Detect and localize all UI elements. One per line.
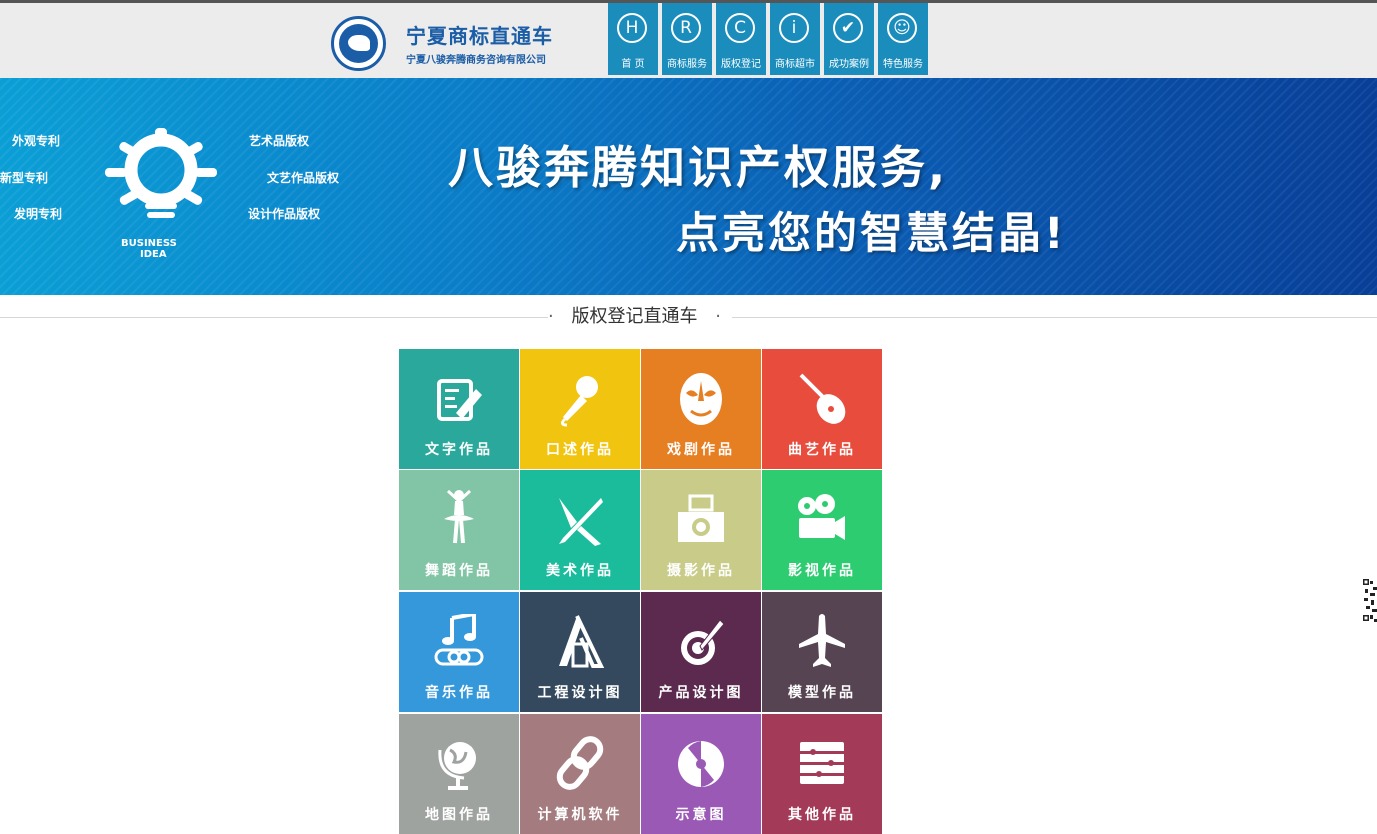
registered-icon: R	[671, 13, 701, 43]
ballet-dancer-icon	[444, 489, 474, 544]
tile-label: 地图作品	[425, 807, 493, 823]
tile-engineering-design[interactable]: 工程设计图	[520, 592, 640, 712]
copyright-category-grid: 文字作品 口述作品 戏剧作品 曲艺作品 舞蹈作品 美术作品 摄影作品 影视作品 …	[399, 349, 883, 834]
music-note-icon	[434, 614, 484, 666]
section-title-text: 版权登记直通车	[571, 306, 698, 327]
tile-film-works[interactable]: 影视作品	[762, 470, 882, 590]
info-icon: i	[779, 13, 809, 43]
nav-label: 特色服务	[883, 59, 923, 70]
company-logo[interactable]	[331, 16, 386, 71]
tile-label: 模型作品	[788, 685, 856, 701]
nav-label: 商标服务	[667, 59, 707, 70]
banner-slogan-line1: 八骏奔腾知识产权服务,	[448, 141, 949, 194]
banner-label-invention-patent: 发明专利	[14, 207, 63, 221]
section-title: · 版权登记直通车 ·	[548, 302, 721, 328]
brand-title[interactable]: 宁夏商标直通车	[406, 20, 553, 49]
checkmark-icon: ✔	[833, 13, 863, 43]
banner-label-utility-patent: 新型专利	[0, 171, 49, 185]
architecture-icon	[559, 615, 605, 668]
tile-label: 戏剧作品	[667, 442, 735, 458]
section-divider-right	[732, 317, 1377, 318]
tile-other-works[interactable]: 其他作品	[762, 714, 882, 834]
tile-label: 计算机软件	[537, 807, 623, 823]
globe-icon	[438, 742, 476, 790]
tile-label: 口述作品	[546, 442, 614, 458]
banner-label-art-copyright: 艺术品版权	[249, 134, 310, 148]
film-projector-icon	[798, 494, 845, 540]
nav-label: 商标超市	[775, 59, 815, 70]
section-divider-left	[0, 317, 548, 318]
tile-computer-software[interactable]: 计算机软件	[520, 714, 640, 834]
home-h-icon: H	[617, 13, 647, 43]
tile-label: 音乐作品	[425, 685, 493, 701]
disc-icon	[678, 741, 724, 787]
tile-label: 舞蹈作品	[425, 563, 493, 579]
title-dot-left: ·	[548, 306, 554, 327]
nav-item-home[interactable]: H 首 页	[608, 3, 658, 75]
pipa-icon	[799, 373, 846, 424]
qr-code[interactable]	[1363, 579, 1377, 623]
nav-item-cases[interactable]: ✔ 成功案例	[824, 3, 874, 75]
tile-fine-art-works[interactable]: 美术作品	[520, 470, 640, 590]
tile-label: 文字作品	[425, 442, 493, 458]
opera-mask-icon	[680, 373, 722, 425]
microphone-icon	[560, 376, 598, 427]
tile-drama-works[interactable]: 戏剧作品	[641, 349, 761, 469]
tile-photography-works[interactable]: 摄影作品	[641, 470, 761, 590]
lightbulb-icon	[105, 128, 217, 218]
tile-model-works[interactable]: 模型作品	[762, 592, 882, 712]
tile-music-works[interactable]: 音乐作品	[399, 592, 519, 712]
banner-slogan-line2: 点亮您的智慧结晶!	[676, 209, 1067, 259]
airplane-icon	[799, 614, 845, 667]
banner-idea-text: IDEA	[140, 249, 167, 260]
tile-dance-works[interactable]: 舞蹈作品	[399, 470, 519, 590]
target-pen-icon	[681, 619, 725, 665]
tile-literary-works[interactable]: 文字作品	[399, 349, 519, 469]
copyright-icon: C	[725, 13, 755, 43]
tile-label: 美术作品	[546, 563, 614, 579]
tile-quyi-works[interactable]: 曲艺作品	[762, 349, 882, 469]
link-icon	[556, 736, 604, 790]
tile-map-works[interactable]: 地图作品	[399, 714, 519, 834]
side-contact-panel	[1370, 633, 1377, 823]
tile-label: 摄影作品	[667, 563, 735, 579]
sliders-icon	[800, 742, 844, 784]
tile-schematic[interactable]: 示意图	[641, 714, 761, 834]
camera-icon	[678, 494, 724, 542]
nav-label: 成功案例	[829, 59, 869, 70]
nav-label: 首 页	[621, 59, 645, 70]
title-dot-right: ·	[715, 306, 721, 327]
tile-product-design[interactable]: 产品设计图	[641, 592, 761, 712]
brush-pencil-icon	[559, 498, 603, 546]
nav-item-copyright[interactable]: C 版权登记	[716, 3, 766, 75]
logo-emblem	[339, 24, 378, 63]
horse-icon	[348, 35, 370, 51]
banner-label-design-copyright: 设计作品版权	[248, 207, 321, 221]
nav-label: 版权登记	[721, 59, 761, 70]
tile-oral-works[interactable]: 口述作品	[520, 349, 640, 469]
tile-label: 产品设计图	[658, 685, 744, 701]
tile-label: 影视作品	[788, 563, 856, 579]
banner-business-text: BUSINESS	[121, 238, 177, 249]
tile-label: 曲艺作品	[788, 442, 856, 458]
tile-label: 示意图	[675, 807, 727, 823]
nav-item-market[interactable]: i 商标超市	[770, 3, 820, 75]
nav-item-special[interactable]: ☺ 特色服务	[878, 3, 928, 75]
pencil-paper-icon	[437, 379, 482, 421]
brand-subtitle: 宁夏八骏奔腾商务咨询有限公司	[406, 55, 546, 66]
banner-label-literary-copyright: 文艺作品版权	[267, 171, 340, 185]
smiley-icon: ☺	[887, 13, 917, 43]
nav-item-trademark[interactable]: R 商标服务	[662, 3, 712, 75]
banner-label-design-patent: 外观专利	[12, 134, 61, 148]
tile-label: 工程设计图	[537, 685, 623, 701]
tile-label: 其他作品	[788, 807, 856, 823]
